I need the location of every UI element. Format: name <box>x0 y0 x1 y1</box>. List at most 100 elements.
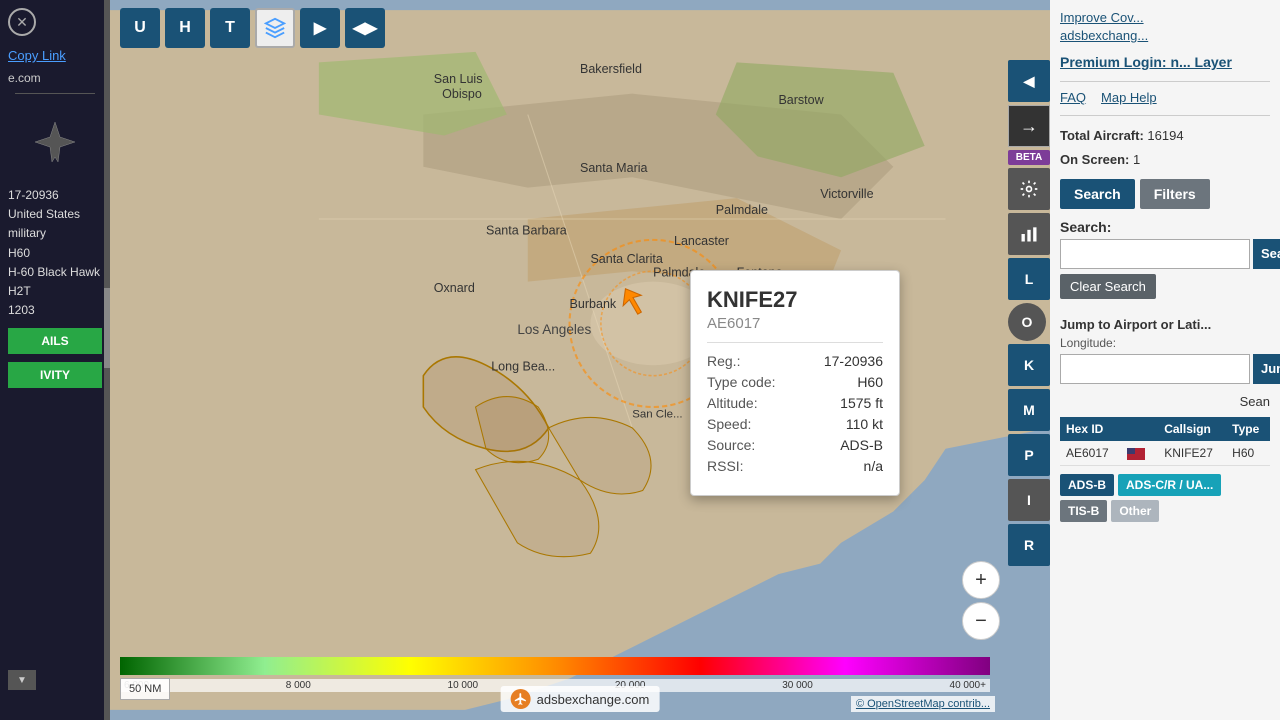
header-links: Improve Cov... adsbexchang... <box>1060 10 1270 43</box>
premium-login-link[interactable]: Premium Login: n... Layer <box>1060 53 1270 71</box>
table-row[interactable]: AE6017 KNIFE27 H60 <box>1060 441 1270 466</box>
search-action-button[interactable]: Search <box>1060 179 1135 209</box>
cell-type: H60 <box>1226 441 1270 466</box>
logo-text: adsbexchange.com <box>537 692 650 707</box>
col-callsign: Callsign <box>1158 417 1226 441</box>
btn-forward[interactable]: ▶ <box>300 8 340 48</box>
osm-link[interactable]: © OpenStreetMap contrib... <box>856 698 990 710</box>
on-screen-value: 1 <box>1133 152 1140 167</box>
aircraft-info: 17-20936 United States military H60 H-60… <box>0 182 110 324</box>
svg-text:Oxnard: Oxnard <box>434 281 475 295</box>
popup-altitude-row: Altitude: 1575 ft <box>707 395 883 411</box>
activity-button[interactable]: IVITY <box>8 362 102 388</box>
source-filters: ADS-B ADS-C/R / UA... TIS-B Other <box>1060 474 1270 522</box>
svg-text:Lancaster: Lancaster <box>674 234 729 248</box>
search-input-row: Sear <box>1060 239 1270 269</box>
svg-text:Long Bea...: Long Bea... <box>491 359 555 373</box>
total-aircraft-label: Total Aircraft: <box>1060 128 1144 143</box>
logo-icon <box>511 689 531 709</box>
map-help-link[interactable]: Map Help <box>1101 90 1157 105</box>
layers-icon <box>264 17 286 39</box>
btn-u[interactable]: U <box>120 8 160 48</box>
btn-i[interactable]: I <box>1008 479 1050 521</box>
btn-back[interactable]: ◀ <box>1008 60 1050 102</box>
copy-link-button[interactable]: Copy Link <box>0 40 110 71</box>
search-go-button[interactable]: Sear <box>1253 239 1280 269</box>
btn-l[interactable]: L <box>1008 258 1050 300</box>
scale-bar: 50 NM <box>120 678 170 700</box>
source-other-button[interactable]: Other <box>1111 500 1159 522</box>
action-buttons: Search Filters <box>1060 179 1270 209</box>
stats-row: Total Aircraft: 16194 On Screen: 1 <box>1060 124 1270 171</box>
svg-text:Santa Maria: Santa Maria <box>580 161 648 175</box>
aircraft-icon <box>25 112 85 172</box>
btn-r[interactable]: R <box>1008 524 1050 566</box>
search-input[interactable] <box>1060 239 1250 269</box>
map-logo: adsbexchange.com <box>501 686 660 712</box>
jump-label: Jump to Airport or Lati... <box>1060 317 1270 332</box>
close-button[interactable]: ✕ <box>8 8 36 36</box>
faq-link[interactable]: FAQ <box>1060 90 1086 105</box>
svg-text:San Cle...: San Cle... <box>632 408 682 420</box>
improve-coverage-link[interactable]: Improve Cov... <box>1060 10 1270 25</box>
sean-label: Sean <box>1060 394 1270 409</box>
map-svg: San Luis Obispo Bakersfield Barstow Vict… <box>110 0 1050 720</box>
popup-altitude-label: Altitude: <box>707 395 758 411</box>
on-screen-label: On Screen: <box>1060 152 1129 167</box>
source-adsb-button[interactable]: ADS-B <box>1060 474 1114 496</box>
site-url: e.com <box>0 71 110 85</box>
jump-input[interactable] <box>1060 354 1250 384</box>
btn-t[interactable]: T <box>210 8 250 48</box>
popup-altitude-value: 1575 ft <box>840 395 883 411</box>
aircraft-silhouette <box>30 117 80 167</box>
popup-reg-row: Reg.: 17-20936 <box>707 353 883 369</box>
alt-label-4: 30 000 <box>782 680 813 691</box>
stats-icon <box>1019 224 1039 244</box>
btn-o[interactable]: O <box>1008 303 1046 341</box>
map-area[interactable]: San Luis Obispo Bakersfield Barstow Vict… <box>110 0 1050 720</box>
cell-callsign: KNIFE27 <box>1158 441 1226 466</box>
popup-speed-row: Speed: 110 kt <box>707 416 883 432</box>
btn-layers[interactable] <box>255 8 295 48</box>
popup-rssi-label: RSSI: <box>707 458 744 474</box>
source-tisb-button[interactable]: TIS-B <box>1060 500 1107 522</box>
svg-text:Santa Barbara: Santa Barbara <box>486 224 567 238</box>
jump-button[interactable]: Jum <box>1253 354 1280 384</box>
login-button[interactable]: → <box>1008 105 1050 147</box>
popup-hex: AE6017 <box>707 315 883 332</box>
btn-m[interactable]: M <box>1008 389 1050 431</box>
beta-badge: BETA <box>1008 150 1050 165</box>
adsbexchange-link[interactable]: adsbexchang... <box>1060 28 1270 43</box>
col-flag <box>1121 417 1158 441</box>
popup-speed-value: 110 kt <box>846 416 883 432</box>
jump-section: Jump to Airport or Lati... Longitude: Ju… <box>1060 317 1270 384</box>
filters-button[interactable]: Filters <box>1140 179 1210 209</box>
btn-stats[interactable] <box>1008 213 1050 255</box>
aircraft-popup: KNIFE27 AE6017 Reg.: 17-20936 Type code:… <box>690 270 900 496</box>
btn-h[interactable]: H <box>165 8 205 48</box>
right-divider-2 <box>1060 115 1270 116</box>
source-adsc-button[interactable]: ADS-C/R / UA... <box>1118 474 1221 496</box>
popup-source-value: ADS-B <box>840 437 883 453</box>
popup-reg-value: 17-20936 <box>824 353 883 369</box>
cell-hex: AE6017 <box>1060 441 1121 466</box>
scroll-down-button[interactable]: ▼ <box>8 670 36 690</box>
zoom-out-button[interactable]: − <box>962 602 1000 640</box>
aircraft-category: military <box>8 224 102 243</box>
btn-p[interactable]: P <box>1008 434 1050 476</box>
popup-type-label: Type code: <box>707 374 776 390</box>
details-button[interactable]: AILS <box>8 328 102 354</box>
btn-settings[interactable] <box>1008 168 1050 210</box>
popup-rssi-row: RSSI: n/a <box>707 458 883 474</box>
svg-text:Santa Clarita: Santa Clarita <box>590 252 662 266</box>
right-nav: ◀ → BETA L O K M P I R <box>1008 60 1050 566</box>
aircraft-reg: 17-20936 <box>8 186 102 205</box>
btn-exchange[interactable]: ◀▶ <box>345 8 385 48</box>
zoom-in-button[interactable]: + <box>962 561 1000 599</box>
alt-label-1: 8 000 <box>286 680 311 691</box>
aircraft-transponder: H2T <box>8 282 102 301</box>
btn-k[interactable]: K <box>1008 344 1050 386</box>
clear-search-button[interactable]: Clear Search <box>1060 274 1156 299</box>
popup-divider <box>707 342 883 343</box>
aircraft-type: H60 <box>8 244 102 263</box>
